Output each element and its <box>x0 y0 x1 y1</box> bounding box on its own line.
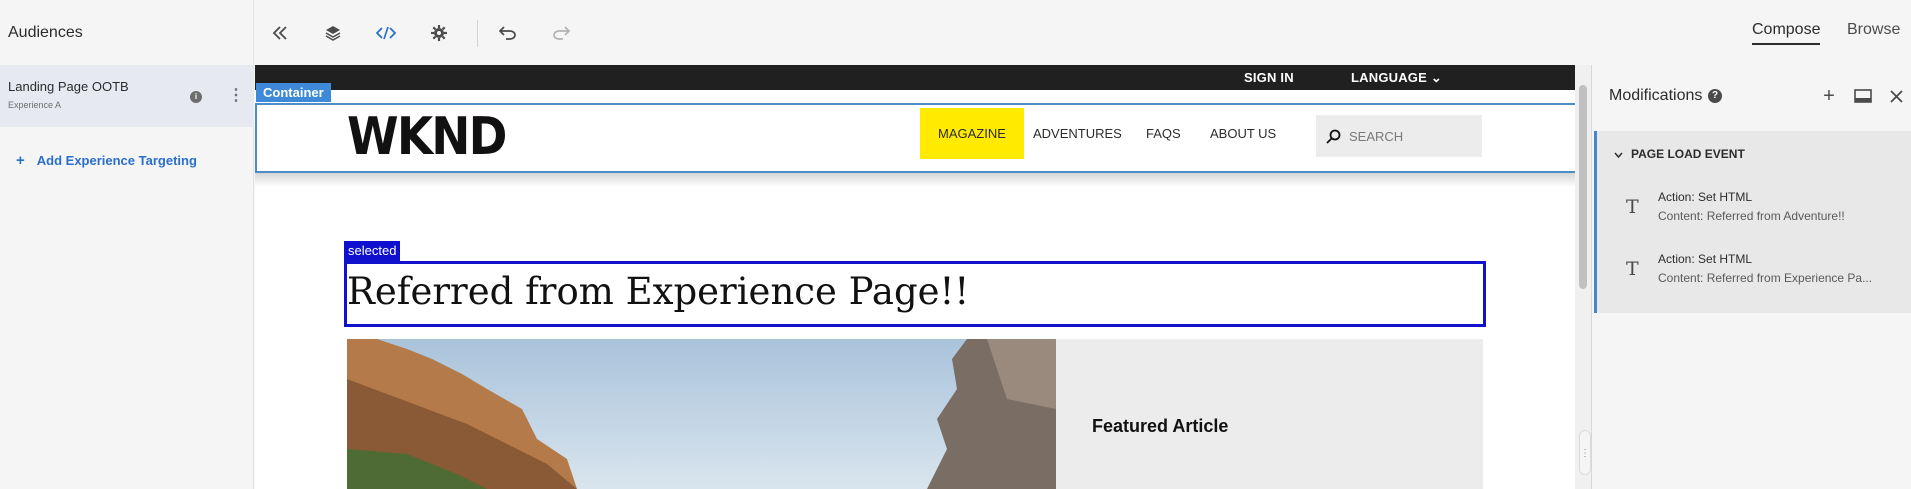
add-experience-targeting-button[interactable]: + Add Experience Targeting <box>16 152 197 169</box>
collapse-icon[interactable] <box>267 20 293 46</box>
close-icon[interactable] <box>1885 85 1907 107</box>
text-icon: T <box>1626 196 1639 218</box>
undo-icon[interactable] <box>495 20 521 46</box>
toolbar-divider <box>477 20 478 47</box>
audience-experience-label: Experience A <box>8 100 62 110</box>
settings-icon[interactable] <box>426 20 452 46</box>
sign-in-link[interactable]: SIGN IN <box>1244 70 1294 85</box>
page-headline[interactable]: Referred from Experience Page!! <box>347 270 969 313</box>
event-label: PAGE LOAD EVENT <box>1631 147 1745 161</box>
action-item[interactable]: T Action: Set HTML Content: Referred fro… <box>1597 186 1911 234</box>
audience-name: Landing Page OOTB <box>8 79 129 94</box>
canvas-scrollbar[interactable] <box>1575 65 1591 489</box>
tab-compose[interactable]: Compose <box>1752 21 1821 45</box>
wknd-logo[interactable]: WKND <box>347 107 508 167</box>
selected-tag: selected <box>344 241 401 261</box>
audiences-panel: Audiences Landing Page OOTB Experience A… <box>0 0 254 489</box>
panel-resize-handle[interactable]: ⋮ <box>1579 430 1591 475</box>
tab-browse[interactable]: Browse <box>1847 21 1900 39</box>
action-title: Action: Set HTML <box>1658 252 1753 266</box>
add-icon[interactable]: + <box>1818 85 1840 107</box>
chevron-down-icon <box>1614 147 1623 161</box>
audiences-title: Audiences <box>8 24 83 41</box>
chevron-down-icon: ⌄ <box>1430 70 1442 85</box>
site-top-bar: SIGN IN LANGUAGE ⌄ <box>255 65 1575 90</box>
action-content: Content: Referred from Adventure!! <box>1658 209 1845 223</box>
language-menu[interactable]: LANGUAGE ⌄ <box>1351 70 1442 86</box>
site-search-input[interactable]: SEARCH <box>1316 115 1482 157</box>
featured-article-card[interactable]: Featured Article <box>1056 339 1483 489</box>
scrollbar-thumb[interactable] <box>1579 85 1587 289</box>
code-icon[interactable] <box>373 20 399 46</box>
text-icon: T <box>1626 258 1639 280</box>
action-item[interactable]: T Action: Set HTML Content: Referred fro… <box>1597 248 1911 296</box>
language-label: LANGUAGE <box>1351 70 1427 85</box>
info-icon[interactable]: i <box>190 91 202 103</box>
add-targeting-label: Add Experience Targeting <box>36 153 197 168</box>
page-load-event-group: PAGE LOAD EVENT T Action: Set HTML Conte… <box>1594 131 1911 313</box>
modifications-panel: Modifications ? + PAGE LOAD EVENT T Acti… <box>1591 65 1911 489</box>
editor-toolbar: Compose Browse <box>255 0 1911 65</box>
page-load-event-header[interactable]: PAGE LOAD EVENT <box>1614 147 1745 161</box>
audience-item[interactable]: Landing Page OOTB Experience A i ⋮ <box>0 65 254 127</box>
container-tag: Container <box>256 83 331 102</box>
hero-image[interactable] <box>347 339 1056 489</box>
nav-faqs[interactable]: FAQS <box>1146 108 1181 159</box>
redo-icon[interactable] <box>548 20 574 46</box>
header-shadow <box>255 173 1575 187</box>
page-preview-canvas[interactable]: SIGN IN LANGUAGE ⌄ Container WKND MAGAZI… <box>255 65 1575 489</box>
panel-layout-icon[interactable] <box>1852 85 1874 107</box>
nav-adventures[interactable]: ADVENTURES <box>1033 108 1122 159</box>
help-icon[interactable]: ? <box>1708 89 1722 103</box>
layers-icon[interactable] <box>320 20 346 46</box>
plus-icon: + <box>16 152 25 169</box>
modifications-title: Modifications <box>1609 87 1703 104</box>
more-options-icon[interactable]: ⋮ <box>228 87 244 105</box>
action-content: Content: Referred from Experience Pa... <box>1658 271 1873 285</box>
search-placeholder: SEARCH <box>1349 128 1404 144</box>
search-icon <box>1326 129 1341 144</box>
nav-magazine[interactable]: MAGAZINE <box>920 108 1024 159</box>
featured-article-label: Featured Article <box>1092 416 1229 436</box>
action-title: Action: Set HTML <box>1658 190 1753 204</box>
nav-about-us[interactable]: ABOUT US <box>1210 108 1276 159</box>
